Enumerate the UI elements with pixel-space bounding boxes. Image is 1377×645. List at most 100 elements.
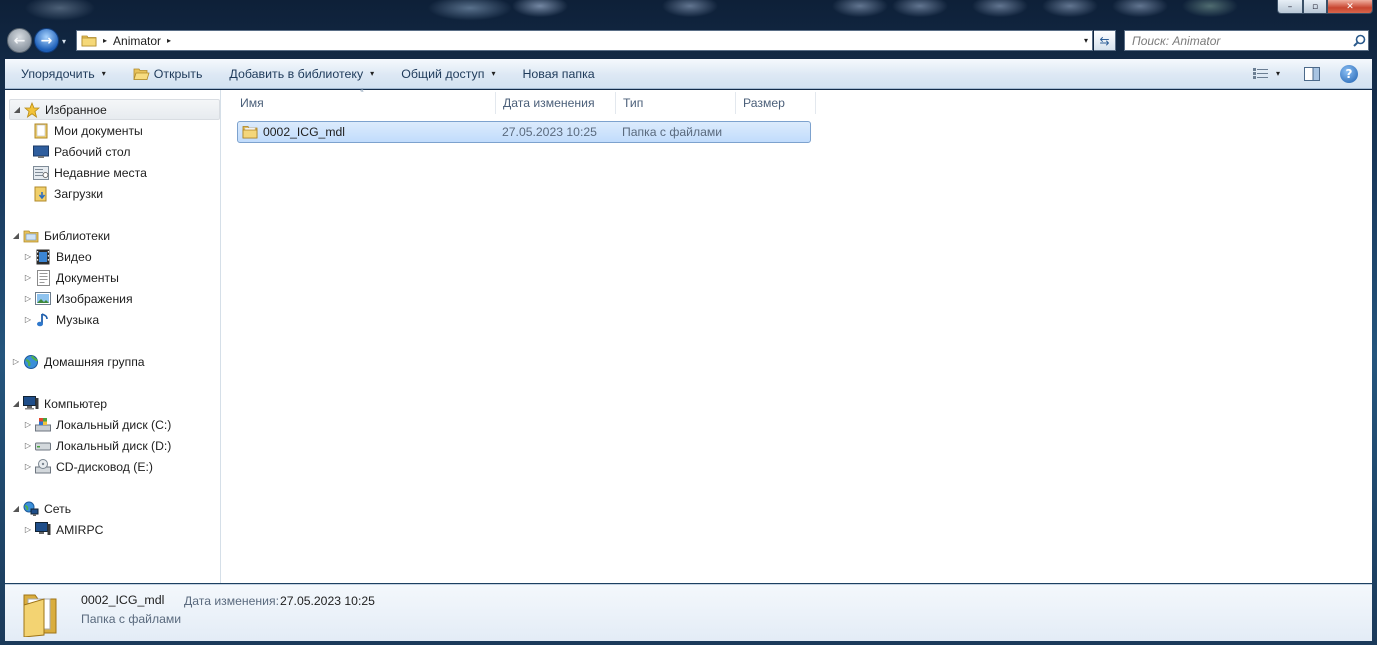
refresh-button[interactable]: ⇆ xyxy=(1094,30,1116,51)
address-dropdown[interactable]: ▾ xyxy=(1084,36,1088,45)
tree-item-recent-places[interactable]: Недавние места xyxy=(33,162,147,183)
forward-button[interactable]: → xyxy=(34,28,59,53)
organize-label: Упорядочить xyxy=(21,66,95,81)
expander-expanded-icon[interactable]: ◢ xyxy=(11,231,21,240)
minimize-button[interactable]: – xyxy=(1277,0,1303,14)
tree-item-label: Изображения xyxy=(56,291,133,306)
breadcrumb-separator[interactable]: ▸ xyxy=(103,36,107,45)
expander-collapsed-icon[interactable]: ▷ xyxy=(23,273,33,282)
computer-icon xyxy=(23,396,39,412)
new-folder-button[interactable]: Новая папка xyxy=(506,59,605,89)
tree-item-drive-c[interactable]: ▷ Локальный диск (C:) xyxy=(23,414,171,435)
add-to-library-button[interactable]: Добавить в библиотеку ▾ xyxy=(213,59,385,89)
tree-item-music[interactable]: ▷ Музыка xyxy=(23,309,99,330)
tree-item-label: Рабочий стол xyxy=(54,144,131,159)
forward-arrow-icon: → xyxy=(40,32,53,49)
tree-item-drive-e[interactable]: ▷ CD-дисковод (E:) xyxy=(23,456,153,477)
organize-button[interactable]: Упорядочить ▾ xyxy=(5,59,117,89)
file-list: ⱏ Имя Дата изменения Тип Размер 0002_ICG… xyxy=(223,87,1372,583)
column-header-name[interactable]: Имя xyxy=(233,92,496,114)
tree-item-label: Недавние места xyxy=(54,165,147,180)
details-date-label: Дата изменения: xyxy=(184,594,279,608)
new-folder-label: Новая папка xyxy=(522,66,595,81)
expander-expanded-icon[interactable]: ◢ xyxy=(11,399,21,408)
system-drive-icon xyxy=(35,417,51,433)
tree-item-label: Документы xyxy=(56,270,119,285)
expander-collapsed-icon[interactable]: ▷ xyxy=(23,252,33,261)
expander-collapsed-icon[interactable]: ▷ xyxy=(11,357,21,366)
documents-folder-icon xyxy=(33,123,49,139)
back-button[interactable]: ← xyxy=(7,28,32,53)
open-folder-icon xyxy=(133,68,150,80)
file-type: Папка с файлами xyxy=(622,125,723,139)
breadcrumb-separator[interactable]: ▸ xyxy=(167,36,171,45)
preview-pane-icon xyxy=(1304,66,1320,81)
chevron-down-icon: ▾ xyxy=(370,69,375,78)
expander-collapsed-icon[interactable]: ▷ xyxy=(23,315,33,324)
command-bar: Упорядочить ▾ Открыть Добавить в библиот… xyxy=(5,59,1372,89)
file-row-selected[interactable]: 0002_ICG_mdl 27.05.2023 10:25 Папка с фа… xyxy=(237,121,811,143)
chevron-down-icon: ▾ xyxy=(491,69,496,78)
search-box xyxy=(1124,30,1369,51)
tree-favorites[interactable]: ◢ Избранное xyxy=(9,99,220,120)
tree-item-documents[interactable]: ▷ Документы xyxy=(23,267,119,288)
details-pane: 0002_ICG_mdl Папка с файлами Дата измене… xyxy=(5,584,1372,641)
column-header-type[interactable]: Тип xyxy=(616,92,736,114)
refresh-icon: ⇆ xyxy=(1099,33,1110,48)
address-bar[interactable]: ▸ Animator ▸ ▾ xyxy=(76,30,1093,51)
share-label: Общий доступ xyxy=(401,66,485,81)
recent-places-icon xyxy=(33,165,49,181)
close-button[interactable]: ✕ xyxy=(1327,0,1373,14)
tree-item-downloads[interactable]: Загрузки xyxy=(33,183,103,204)
breadcrumb-animator[interactable]: Animator xyxy=(113,34,161,48)
music-note-icon xyxy=(35,312,51,328)
expander-collapsed-icon[interactable]: ▷ xyxy=(23,420,33,429)
open-button[interactable]: Открыть xyxy=(117,59,214,89)
libraries-icon xyxy=(23,228,39,244)
expander-collapsed-icon[interactable]: ▷ xyxy=(23,294,33,303)
tree-homegroup[interactable]: ▷ Домашняя группа xyxy=(9,351,145,372)
tree-homegroup-label: Домашняя группа xyxy=(44,354,145,369)
hard-drive-icon xyxy=(35,438,51,454)
details-file-type: Папка с файлами xyxy=(81,612,182,626)
expander-collapsed-icon[interactable]: ▷ xyxy=(23,525,33,534)
tree-libraries[interactable]: ◢ Библиотеки xyxy=(9,225,110,246)
tree-item-label: Загрузки xyxy=(54,186,104,201)
tree-computer[interactable]: ◢ Компьютер xyxy=(9,393,107,414)
file-date: 27.05.2023 10:25 xyxy=(502,125,597,139)
explorer-content: ◢ Избранное Мои документы Рабочий стол Н… xyxy=(5,87,1372,583)
tree-item-label: Локальный диск (C:) xyxy=(56,417,172,432)
column-header-size[interactable]: Размер xyxy=(736,92,816,114)
expander-collapsed-icon[interactable]: ▷ xyxy=(23,441,33,450)
share-button[interactable]: Общий доступ ▾ xyxy=(385,59,506,89)
tree-item-my-documents[interactable]: Мои документы xyxy=(33,120,143,141)
expander-collapsed-icon[interactable]: ▷ xyxy=(23,462,33,471)
column-header-date[interactable]: Дата изменения xyxy=(496,92,616,114)
caption-buttons: – ▫ ✕ xyxy=(1277,0,1373,14)
maximize-button[interactable]: ▫ xyxy=(1303,0,1327,14)
details-file-name: 0002_ICG_mdl xyxy=(81,593,165,607)
tree-item-pictures[interactable]: ▷ Изображения xyxy=(23,288,133,309)
change-view-button[interactable]: ▾ xyxy=(1247,68,1286,79)
video-icon xyxy=(35,249,51,265)
preview-pane-button[interactable] xyxy=(1298,66,1326,81)
expander-expanded-icon[interactable]: ◢ xyxy=(11,504,21,513)
recent-pages-dropdown[interactable]: ▾ xyxy=(62,37,66,46)
help-button[interactable]: ? xyxy=(1340,64,1358,83)
tree-network[interactable]: ◢ Сеть xyxy=(9,498,71,519)
tree-item-desktop[interactable]: Рабочий стол xyxy=(33,141,131,162)
tree-item-video[interactable]: ▷ Видео xyxy=(23,246,92,267)
search-icon[interactable] xyxy=(1350,32,1368,50)
tree-item-label: Локальный диск (D:) xyxy=(56,438,172,453)
tree-item-amirpc[interactable]: ▷ AMIRPC xyxy=(23,519,103,540)
pictures-icon xyxy=(35,291,51,307)
desktop-icon xyxy=(33,144,49,160)
chevron-down-icon[interactable]: ▾ xyxy=(1276,69,1280,78)
tree-item-label: CD-дисковод (E:) xyxy=(56,459,153,474)
cd-drive-icon xyxy=(35,459,51,475)
tree-item-drive-d[interactable]: ▷ Локальный диск (D:) xyxy=(23,435,171,456)
tree-item-label: AMIRPC xyxy=(56,522,104,537)
tree-computer-label: Компьютер xyxy=(44,396,108,411)
expander-expanded-icon[interactable]: ◢ xyxy=(12,105,22,114)
search-input[interactable] xyxy=(1125,31,1350,50)
